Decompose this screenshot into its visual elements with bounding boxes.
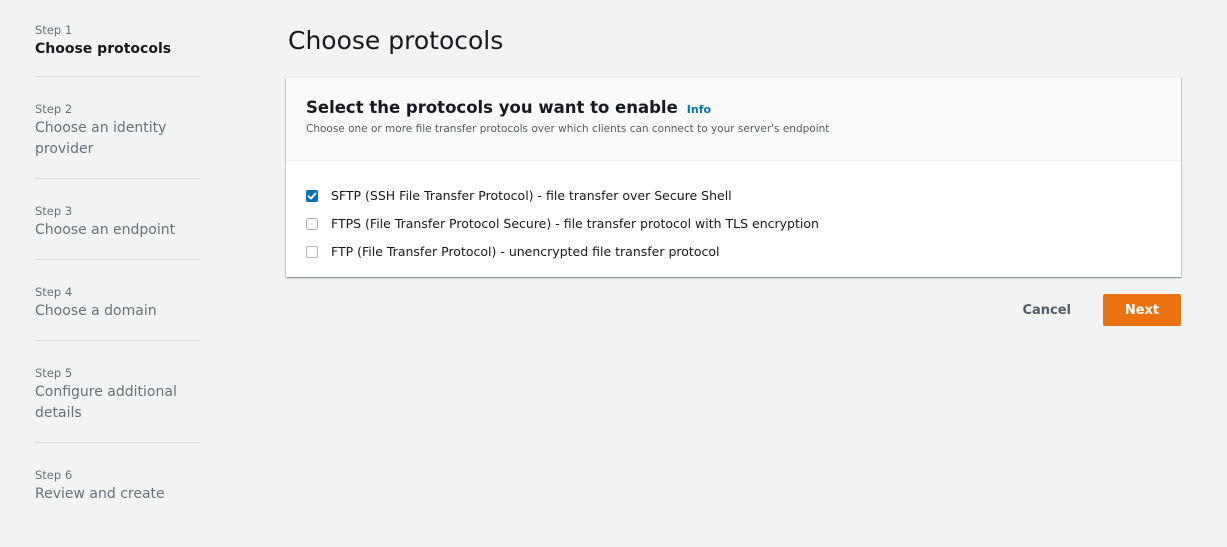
step-5: Step 5 Configure additional details [35, 365, 200, 443]
step-1: Step 1 Choose protocols [35, 22, 200, 77]
option-ftp[interactable]: FTP (File Transfer Protocol) - unencrypt… [306, 242, 1161, 261]
ftps-checkbox[interactable] [306, 217, 318, 230]
protocol-options: SFTP (SSH File Transfer Protocol) - file… [286, 161, 1181, 277]
step-title-choose-protocols: Choose protocols [35, 41, 172, 57]
option-ftps[interactable]: FTPS (File Transfer Protocol Secure) - f… [306, 214, 1161, 233]
container-header: Select the protocols you want to enable … [286, 78, 1181, 161]
step-number: Step 6 [35, 468, 73, 482]
ftps-label: FTPS (File Transfer Protocol Secure) - f… [331, 216, 819, 231]
step-title-identity-provider: Choose an identity provider [35, 120, 167, 157]
step-6: Step 6 Review and create [35, 467, 200, 523]
step-title-additional-details: Configure additional details [35, 384, 177, 421]
step-title-review-create: Review and create [35, 486, 165, 502]
step-number: Step 1 [35, 23, 73, 37]
sftp-label: SFTP (SSH File Transfer Protocol) - file… [331, 188, 732, 203]
ftp-checkbox[interactable] [306, 245, 318, 258]
container-title-row: Select the protocols you want to enable … [306, 98, 1161, 117]
next-button[interactable]: Next [1103, 294, 1181, 326]
step-3: Step 3 Choose an endpoint [35, 203, 200, 260]
checkmark-icon [307, 192, 317, 199]
step-number: Step 3 [35, 204, 73, 218]
ftp-label: FTP (File Transfer Protocol) - unencrypt… [331, 244, 720, 259]
info-link[interactable]: Info [687, 103, 711, 116]
protocols-container: Select the protocols you want to enable … [286, 77, 1181, 277]
option-sftp[interactable]: SFTP (SSH File Transfer Protocol) - file… [306, 186, 1161, 205]
step-number: Step 4 [35, 285, 73, 299]
step-title-endpoint: Choose an endpoint [35, 222, 176, 238]
cancel-button[interactable]: Cancel [1022, 303, 1071, 318]
container-title: Select the protocols you want to enable [306, 98, 678, 117]
main-content: Choose protocols Select the protocols yo… [286, 20, 1181, 326]
page-title: Choose protocols [288, 26, 504, 55]
step-title-domain: Choose a domain [35, 303, 157, 319]
wizard-actions: Cancel Next [1022, 294, 1181, 326]
container-description: Choose one or more file transfer protoco… [306, 123, 830, 135]
step-number: Step 2 [35, 102, 73, 116]
wizard-steps-nav: Step 1 Choose protocols Step 2 Choose an… [35, 22, 200, 547]
sftp-checkbox[interactable] [306, 189, 318, 202]
step-number: Step 5 [35, 366, 73, 380]
step-2: Step 2 Choose an identity provider [35, 101, 200, 179]
step-4: Step 4 Choose a domain [35, 284, 200, 341]
